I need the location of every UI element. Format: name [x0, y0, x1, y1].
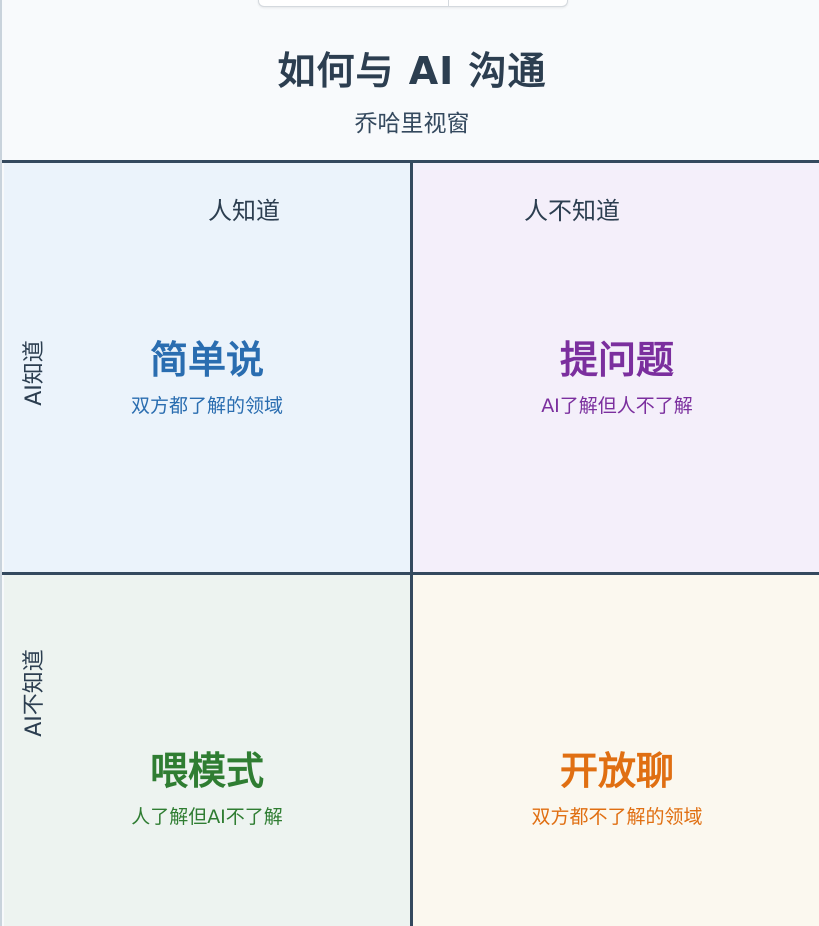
top-toolbar-tab [258, 0, 568, 7]
top-toolbar-divider [448, 0, 449, 6]
quadrant-title-feed-mode: 喂模式 [149, 749, 264, 793]
quadrant-title-simple-talk: 简单说 [149, 338, 264, 382]
quadrant-bottom-left: AI不知道 喂模式 人了解但AI不了解 [4, 575, 410, 926]
column-header-unknown: 人不知道 [524, 197, 620, 225]
row-header-ai-known: AI知道 [21, 340, 47, 406]
grid-center-line [410, 160, 413, 926]
quadrant-top-left: 人知道 简单说 双方都了解的领域 AI知道 [4, 163, 410, 572]
quadrant-title-ask-questions: 提问题 [559, 338, 674, 382]
quadrant-top-right: 人不知道 提问题 AI了解但人不了解 [413, 163, 819, 572]
header: 如何与 AI 沟通 乔哈里视窗 [2, 0, 819, 160]
johari-grid: 人知道 简单说 双方都了解的领域 AI知道 人不知道 提问题 AI了解但人不了解… [2, 160, 819, 926]
quadrant-bottom-right: 开放聊 双方都不了解的领域 [413, 575, 819, 926]
matrix-frame: 如何与 AI 沟通 乔哈里视窗 人知道 简单说 双方都了解的领域 AI知道 人不… [0, 0, 819, 926]
column-header-known: 人知道 [208, 197, 280, 225]
quadrant-desc-feed-mode: 人了解但AI不了解 [131, 806, 283, 828]
quadrant-title-open-chat: 开放聊 [559, 749, 674, 793]
row-header-ai-unknown: AI不知道 [21, 649, 47, 737]
quadrant-desc-open-chat: 双方都不了解的领域 [531, 806, 703, 828]
quadrant-desc-simple-talk: 双方都了解的领域 [130, 395, 283, 417]
quadrant-desc-ask-questions: AI了解但人不了解 [541, 395, 693, 417]
page-subtitle: 乔哈里视窗 [354, 111, 470, 137]
page-title: 如何与 AI 沟通 [277, 49, 547, 93]
